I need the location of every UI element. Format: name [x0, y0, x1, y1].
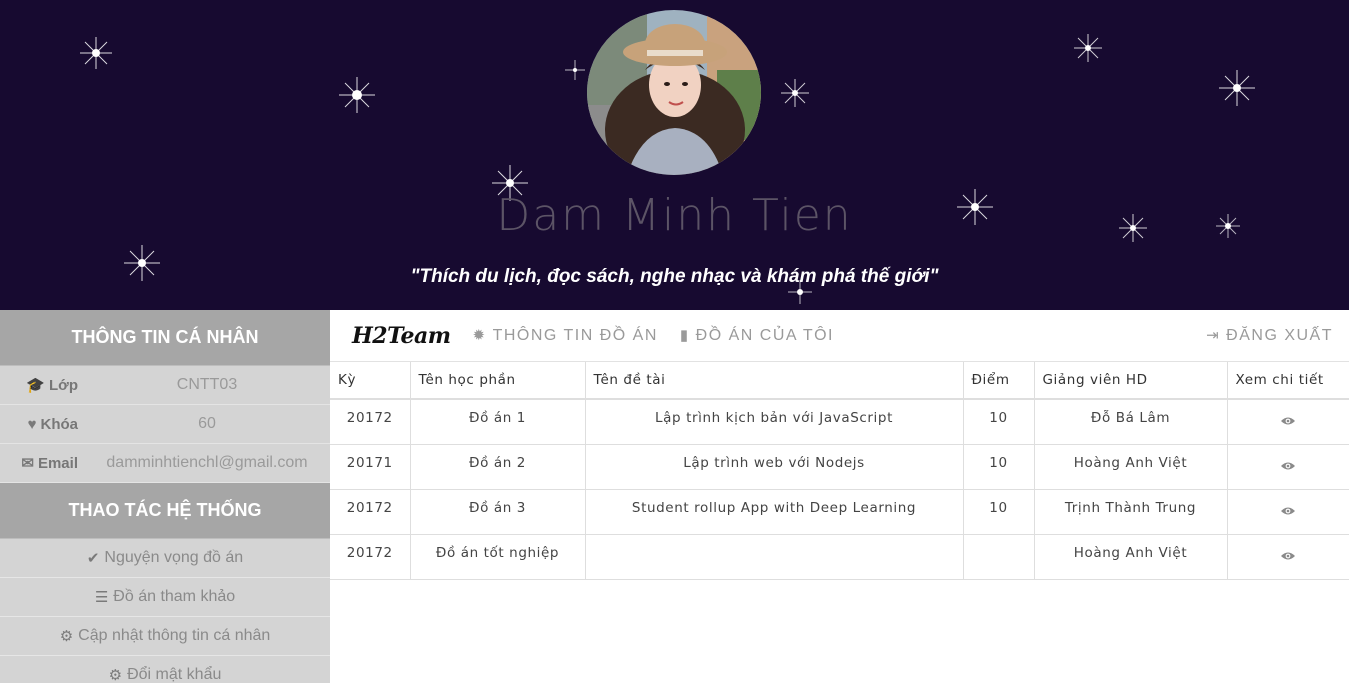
cell-topic — [585, 534, 964, 580]
profile-name: Dam Minh Tien — [496, 190, 853, 241]
cell-term: 20172 — [330, 399, 411, 445]
star-decoration — [1219, 70, 1255, 106]
main-content: H2Team ✹ THÔNG TIN ĐỒ ÁN ▮ ĐỒ ÁN CỦA TÔI… — [330, 310, 1349, 683]
action-label: Đổi mật khẩu — [127, 666, 222, 683]
eye-icon[interactable] — [1280, 461, 1296, 471]
info-label: Khóa — [40, 415, 79, 433]
table-row: 20172 Đồ án tốt nghiệp Hoàng Anh Việt — [330, 534, 1349, 580]
eye-icon[interactable] — [1280, 551, 1296, 561]
nav-label: ĐĂNG XUẤT — [1226, 326, 1333, 344]
cell-advisor: Hoàng Anh Việt — [1034, 534, 1228, 580]
cell-view — [1227, 534, 1349, 580]
cell-topic: Student rollup App with Deep Learning — [585, 489, 964, 535]
table-row: 20171 Đồ án 2 Lập trình web với Nodejs 1… — [330, 444, 1349, 490]
table-row: 20172 Đồ án 1 Lập trình kịch bản với Jav… — [330, 399, 1349, 445]
profile-quote: "Thích du lịch, đọc sách, nghe nhạc và k… — [410, 266, 939, 287]
column-header: Điểm — [963, 362, 1035, 400]
info-value: CNTT03 — [176, 376, 238, 393]
info-row-course: ♥ Khóa 60 — [0, 405, 330, 444]
nav-project-info[interactable]: ✹ THÔNG TIN ĐỒ ÁN — [472, 327, 657, 345]
action-label: Nguyện vọng đồ án — [104, 549, 244, 566]
eye-icon[interactable] — [1280, 416, 1296, 426]
cell-view — [1227, 489, 1349, 535]
cell-term: 20172 — [330, 489, 411, 535]
sidebar: THÔNG TIN CÁ NHÂN 🎓 Lớp CNTT03 ♥ Khóa 60… — [0, 310, 330, 683]
projects-table: Kỳ Tên học phần Tên đề tài Điểm Giảng vi… — [330, 362, 1349, 580]
cell-view — [1227, 444, 1349, 490]
star-decoration — [1074, 34, 1102, 62]
cell-advisor: Đỗ Bá Lâm — [1034, 399, 1228, 445]
action-update-profile[interactable]: ⚙ Cập nhật thông tin cá nhân — [0, 617, 330, 656]
cell-advisor: Hoàng Anh Việt — [1034, 444, 1228, 490]
graduation-cap-icon: 🎓 — [26, 376, 45, 394]
column-header: Giảng viên HD — [1034, 362, 1228, 400]
cell-course: Đồ án 2 — [410, 444, 586, 490]
info-row-class: 🎓 Lớp CNTT03 — [0, 366, 330, 405]
avatar — [587, 10, 761, 175]
cell-score: 10 — [963, 399, 1035, 445]
column-header: Xem chi tiết — [1227, 362, 1349, 400]
action-change-password[interactable]: ⚙ Đổi mật khẩu — [0, 656, 330, 683]
sign-in-icon: ⇥ — [1206, 327, 1221, 344]
star-decoration — [339, 77, 375, 113]
navbar: H2Team ✹ THÔNG TIN ĐỒ ÁN ▮ ĐỒ ÁN CỦA TÔI… — [330, 310, 1349, 362]
action-project-wishes[interactable]: ✔ Nguyện vọng đồ án — [0, 539, 330, 578]
cell-term: 20172 — [330, 534, 411, 580]
eye-icon[interactable] — [1280, 506, 1296, 516]
star-decoration — [781, 79, 809, 107]
nav-label: THÔNG TIN ĐỒ ÁN — [492, 326, 658, 344]
cell-topic: Lập trình web với Nodejs — [585, 444, 964, 490]
cell-course: Đồ án 1 — [410, 399, 586, 445]
sun-icon: ✹ — [472, 327, 487, 344]
info-value: damminhtienchl@gmail.com — [106, 454, 308, 471]
list-icon: ☰ — [94, 588, 109, 606]
column-header: Tên đề tài — [585, 362, 964, 400]
check-icon: ✔ — [86, 549, 100, 567]
column-header: Tên học phần — [410, 362, 586, 400]
action-label: Đồ án tham khảo — [113, 588, 236, 605]
nav-my-projects[interactable]: ▮ ĐỒ ÁN CỦA TÔI — [680, 327, 834, 345]
cell-topic: Lập trình kịch bản với JavaScript — [585, 399, 964, 445]
cell-score — [963, 534, 1035, 580]
cell-course: Đồ án tốt nghiệp — [410, 534, 586, 580]
info-label: Lớp — [49, 376, 78, 394]
nav-label: ĐỒ ÁN CỦA TÔI — [695, 326, 834, 344]
envelope-icon: ✉ — [21, 454, 34, 472]
cell-advisor: Trịnh Thành Trung — [1034, 489, 1228, 535]
info-label: Email — [37, 454, 78, 472]
brand-logo[interactable]: H2Team — [352, 323, 451, 349]
info-value: 60 — [198, 415, 216, 432]
cell-term: 20171 — [330, 444, 411, 490]
file-icon: ▮ — [679, 327, 690, 344]
star-decoration — [80, 37, 112, 69]
table-row: 20172 Đồ án 3 Student rollup App with De… — [330, 489, 1349, 535]
cell-view — [1227, 399, 1349, 445]
gear-icon: ⚙ — [108, 666, 123, 683]
cell-score: 10 — [963, 444, 1035, 490]
profile-header: Dam Minh Tien "Thích du lịch, đọc sách, … — [0, 0, 1349, 310]
info-row-email: ✉ Email damminhtienchl@gmail.com — [0, 444, 330, 483]
system-actions-title: THAO TÁC HỆ THỐNG — [0, 483, 330, 539]
action-reference-projects[interactable]: ☰ Đồ án tham khảo — [0, 578, 330, 617]
personal-info-title: THÔNG TIN CÁ NHÂN — [0, 310, 330, 366]
table-header-row: Kỳ Tên học phần Tên đề tài Điểm Giảng vi… — [330, 362, 1349, 400]
action-label: Cập nhật thông tin cá nhân — [78, 627, 271, 644]
logout-button[interactable]: ⇥ ĐĂNG XUẤT — [1206, 327, 1333, 345]
cell-score: 10 — [963, 489, 1035, 535]
cell-course: Đồ án 3 — [410, 489, 586, 535]
column-header: Kỳ — [330, 362, 411, 400]
heart-icon: ♥ — [27, 415, 37, 433]
gear-icon: ⚙ — [59, 627, 74, 645]
